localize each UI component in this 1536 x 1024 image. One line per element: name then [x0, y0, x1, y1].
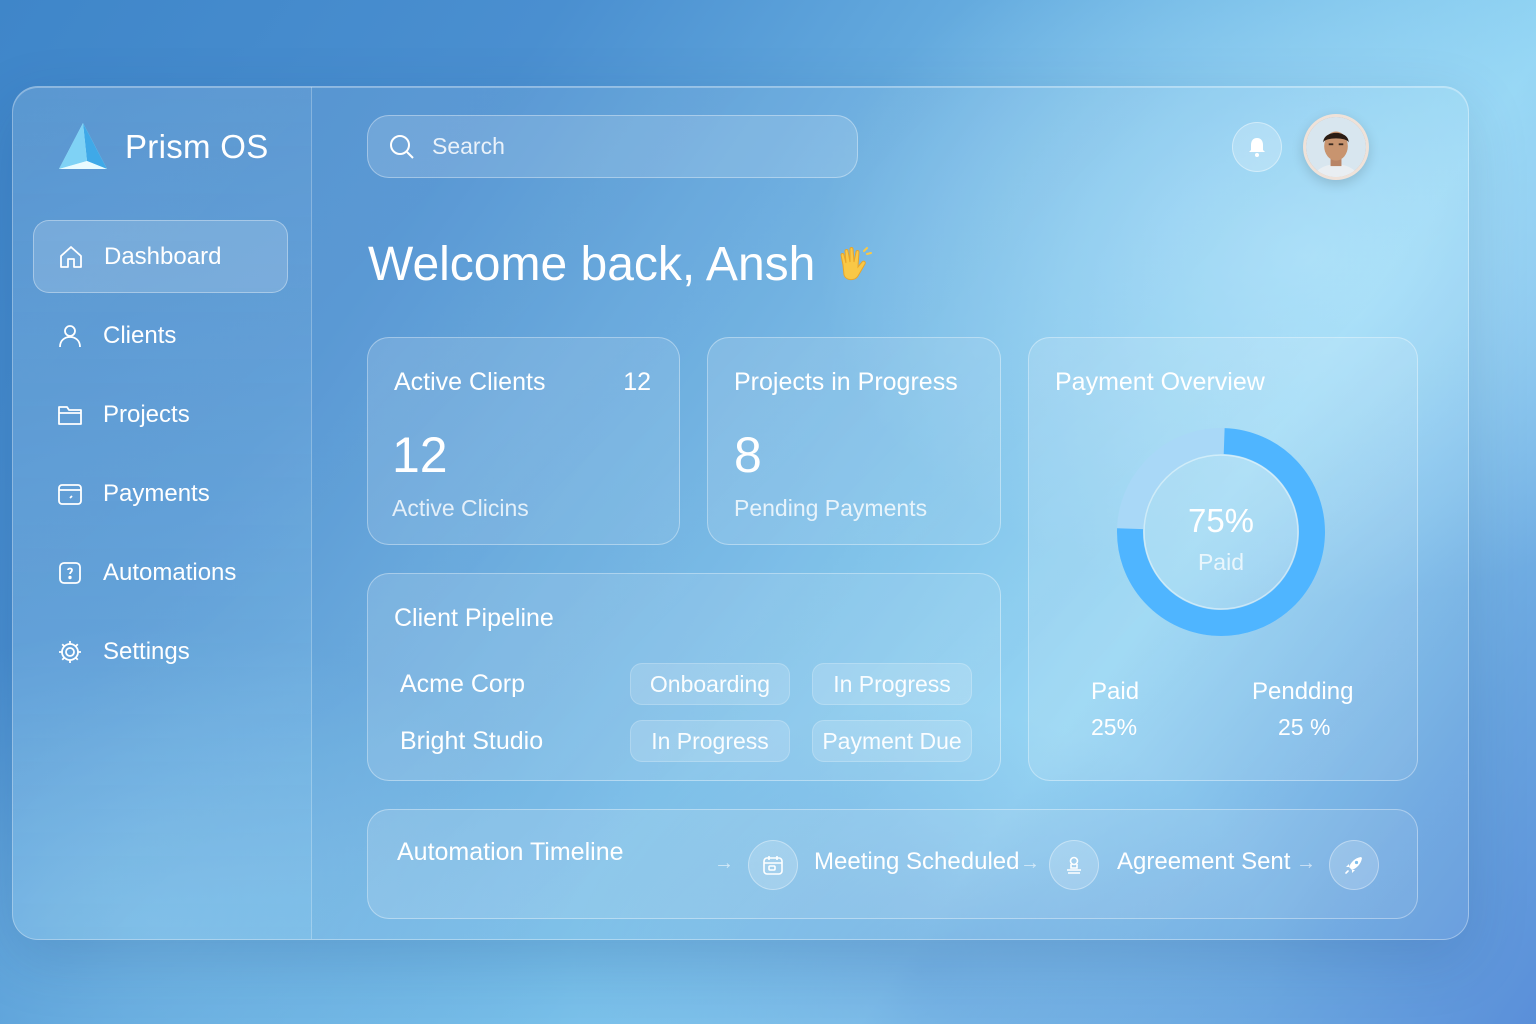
welcome-heading: Welcome back, Ansh [368, 237, 875, 292]
card-title: Projects in Progress [734, 368, 958, 396]
sidebar-item-clients[interactable]: Clients [33, 299, 288, 372]
active-clients-badge: 12 [623, 368, 651, 396]
avatar-photo [1306, 117, 1366, 177]
timeline-step-calendar[interactable] [748, 840, 798, 890]
brand[interactable]: Prism OS [57, 121, 269, 173]
notification-button[interactable] [1232, 122, 1282, 172]
sidebar-item-label: Payments [103, 479, 210, 507]
projects-card[interactable]: Projects in Progress 8 Pending Payments [707, 337, 1001, 545]
card-title: Active Clients [394, 368, 546, 396]
payment-stat-label: Paid [1091, 678, 1140, 705]
folder-icon [57, 402, 83, 428]
sidebar-item-payments[interactable]: Payments [33, 457, 288, 530]
user-avatar[interactable] [1303, 114, 1369, 180]
pipeline-stage-badge[interactable]: Payment Due [812, 720, 972, 762]
prism-logo-icon [59, 123, 107, 169]
payment-stat-value: 25% [1091, 714, 1138, 740]
timeline-step-label: Meeting Scheduled [814, 848, 1020, 875]
sidebar: Prism OS Dashboard Clients Projects Paym… [13, 87, 312, 939]
active-clients-card[interactable]: Active Clients 12 12 Active Clicins [367, 337, 680, 545]
pipeline-stage-badge[interactable]: In Progress [812, 663, 972, 705]
sidebar-item-label: Settings [103, 637, 190, 665]
automation-timeline-card: Automation Timeline → Meeting Scheduled … [367, 809, 1418, 919]
rocket-icon [1345, 857, 1362, 874]
sidebar-item-label: Clients [103, 321, 177, 349]
timeline-step-launch[interactable] [1329, 840, 1379, 890]
calendar-icon [763, 856, 783, 875]
card-subtitle: Pending Payments [734, 495, 928, 521]
search-icon [390, 134, 414, 159]
waving-hand-icon [840, 246, 873, 280]
sidebar-item-label: Automations [103, 558, 237, 586]
search-input[interactable] [432, 133, 812, 160]
sidebar-item-dashboard[interactable]: Dashboard [33, 220, 288, 293]
sidebar-item-label: Dashboard [104, 242, 222, 270]
arrow-icon: → [714, 852, 734, 874]
arrow-icon: → [1020, 852, 1040, 874]
pipeline-stage-badge[interactable]: In Progress [630, 720, 790, 762]
user-icon [57, 323, 83, 349]
sidebar-item-projects[interactable]: Projects [33, 378, 288, 451]
projects-value: 8 [734, 427, 762, 483]
card-title: Client Pipeline [394, 604, 554, 632]
payment-stat-value: 25 % [1278, 714, 1331, 740]
pipeline-client-name: Bright Studio [400, 727, 544, 755]
stamp-icon [1067, 856, 1081, 874]
pipeline-stage-badge[interactable]: Onboarding [630, 663, 790, 705]
sidebar-item-label: Projects [103, 400, 190, 428]
timeline-step-agreement[interactable] [1049, 840, 1099, 890]
gear-icon [57, 639, 83, 665]
sidebar-nav: Dashboard Clients Projects Payments Auto… [33, 220, 288, 694]
home-icon [58, 244, 84, 270]
card-subtitle: Active Clicins [392, 495, 529, 521]
card-title: Payment Overview [1055, 368, 1265, 396]
wallet-icon [57, 481, 83, 507]
client-pipeline-card: Client Pipeline Acme Corp Onboarding In … [367, 573, 1001, 781]
app-window: Prism OS Dashboard Clients Projects Paym… [12, 86, 1469, 940]
pipeline-client-name: Acme Corp [400, 670, 526, 698]
payment-overview-card: Payment Overview 75% Paid Paid 25% Pendd… [1028, 337, 1418, 781]
app-name: Prism OS [125, 128, 269, 165]
sidebar-item-settings[interactable]: Settings [33, 615, 288, 688]
search-bar[interactable] [367, 115, 858, 178]
welcome-text: Welcome back, Ansh [368, 238, 816, 291]
payment-stat-label: Pendding [1252, 678, 1354, 705]
arrow-icon: → [1296, 852, 1316, 874]
donut-sub-label: Paid [1197, 549, 1245, 575]
sidebar-item-automations[interactable]: Automations [33, 536, 288, 609]
bell-icon [1249, 138, 1265, 157]
automation-icon [57, 560, 83, 586]
timeline-step-label: Agreement Sent [1117, 848, 1291, 875]
active-clients-value: 12 [392, 427, 448, 483]
donut-percent-label: 75% [1187, 502, 1255, 539]
card-title: Automation Timeline [397, 838, 624, 866]
